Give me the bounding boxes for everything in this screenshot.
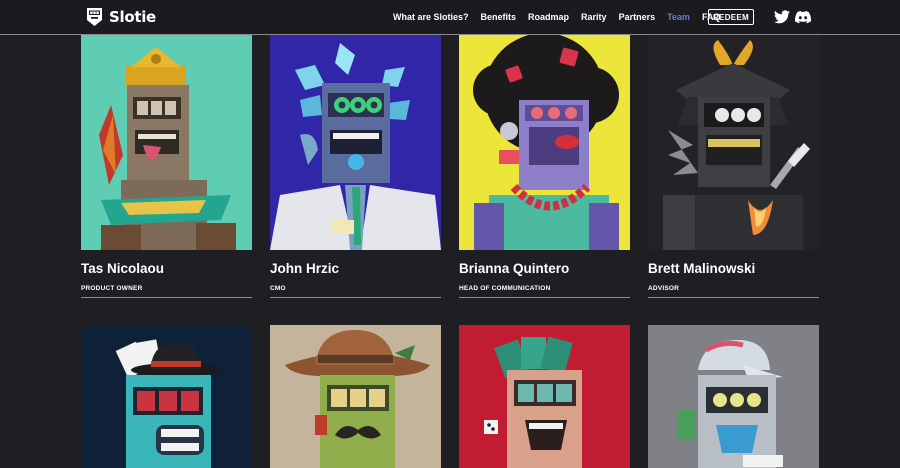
team-card-5[interactable]: [81, 325, 252, 468]
samurai-slot-robot-illustration: [663, 40, 810, 250]
team-member-avatar: [648, 35, 819, 250]
nav-link-what-are-sloties[interactable]: What are Sloties?: [393, 12, 469, 22]
brand-name: Slotie: [109, 8, 156, 26]
cards-slot-robot-illustration: [484, 336, 582, 468]
team-card-john-hrzic[interactable]: John Hrzic CMO: [270, 35, 441, 298]
bowler-hat-slot-robot-illustration: [115, 339, 221, 468]
crystal-slot-robot-illustration: [270, 43, 441, 250]
slotie-logo-icon: [87, 8, 102, 26]
team-card-6[interactable]: [270, 325, 441, 468]
team-member-name: Tas Nicolaou: [81, 261, 165, 276]
redeem-button[interactable]: REDEEM: [708, 9, 754, 25]
team-member-role: CMO: [270, 285, 286, 292]
nav-link-benefits[interactable]: Benefits: [481, 12, 517, 22]
team-member-avatar: [270, 325, 441, 468]
team-member-avatar: [648, 325, 819, 468]
nav-link-rarity[interactable]: Rarity: [581, 12, 607, 22]
nav-links: What are Sloties? Benefits Roadmap Rarit…: [393, 12, 720, 22]
card-divider: [459, 297, 630, 298]
card-divider: [648, 297, 819, 298]
team-card-7[interactable]: [459, 325, 630, 468]
team-member-avatar: [81, 325, 252, 468]
team-member-name: Brianna Quintero: [459, 261, 570, 276]
team-member-avatar: [270, 35, 441, 250]
nav-link-roadmap[interactable]: Roadmap: [528, 12, 569, 22]
card-divider: [270, 297, 441, 298]
discord-icon[interactable]: [795, 10, 811, 24]
team-member-name: John Hrzic: [270, 261, 340, 276]
team-member-role: PRODUCT OWNER: [81, 285, 143, 292]
card-divider: [81, 297, 252, 298]
team-member-role: ADVISOR: [648, 285, 680, 292]
team-card-brianna-quintero[interactable]: Brianna Quintero HEAD OF COMMUNICATION: [459, 35, 630, 298]
cap-slot-robot-illustration: [678, 340, 783, 468]
team-card-brett-malinowski[interactable]: Brett Malinowski ADVISOR: [648, 35, 819, 298]
top-navbar: Slotie What are Sloties? Benefits Roadma…: [0, 0, 900, 35]
nav-link-team[interactable]: Team: [667, 12, 690, 22]
afro-slot-robot-illustration: [473, 35, 619, 250]
team-member-avatar: [459, 35, 630, 250]
team-member-role: HEAD OF COMMUNICATION: [459, 285, 551, 292]
twitter-icon[interactable]: [774, 10, 790, 24]
team-card-tas-nicolaou[interactable]: Tas Nicolaou PRODUCT OWNER: [81, 35, 252, 298]
aztec-slot-robot-illustration: [99, 47, 236, 250]
team-member-avatar: [459, 325, 630, 468]
nav-link-partners[interactable]: Partners: [619, 12, 656, 22]
cowboy-slot-robot-illustration: [285, 330, 430, 468]
brand-logo[interactable]: Slotie: [86, 7, 156, 27]
team-member-name: Brett Malinowski: [648, 261, 756, 276]
team-member-avatar: [81, 35, 252, 250]
team-card-8[interactable]: [648, 325, 819, 468]
